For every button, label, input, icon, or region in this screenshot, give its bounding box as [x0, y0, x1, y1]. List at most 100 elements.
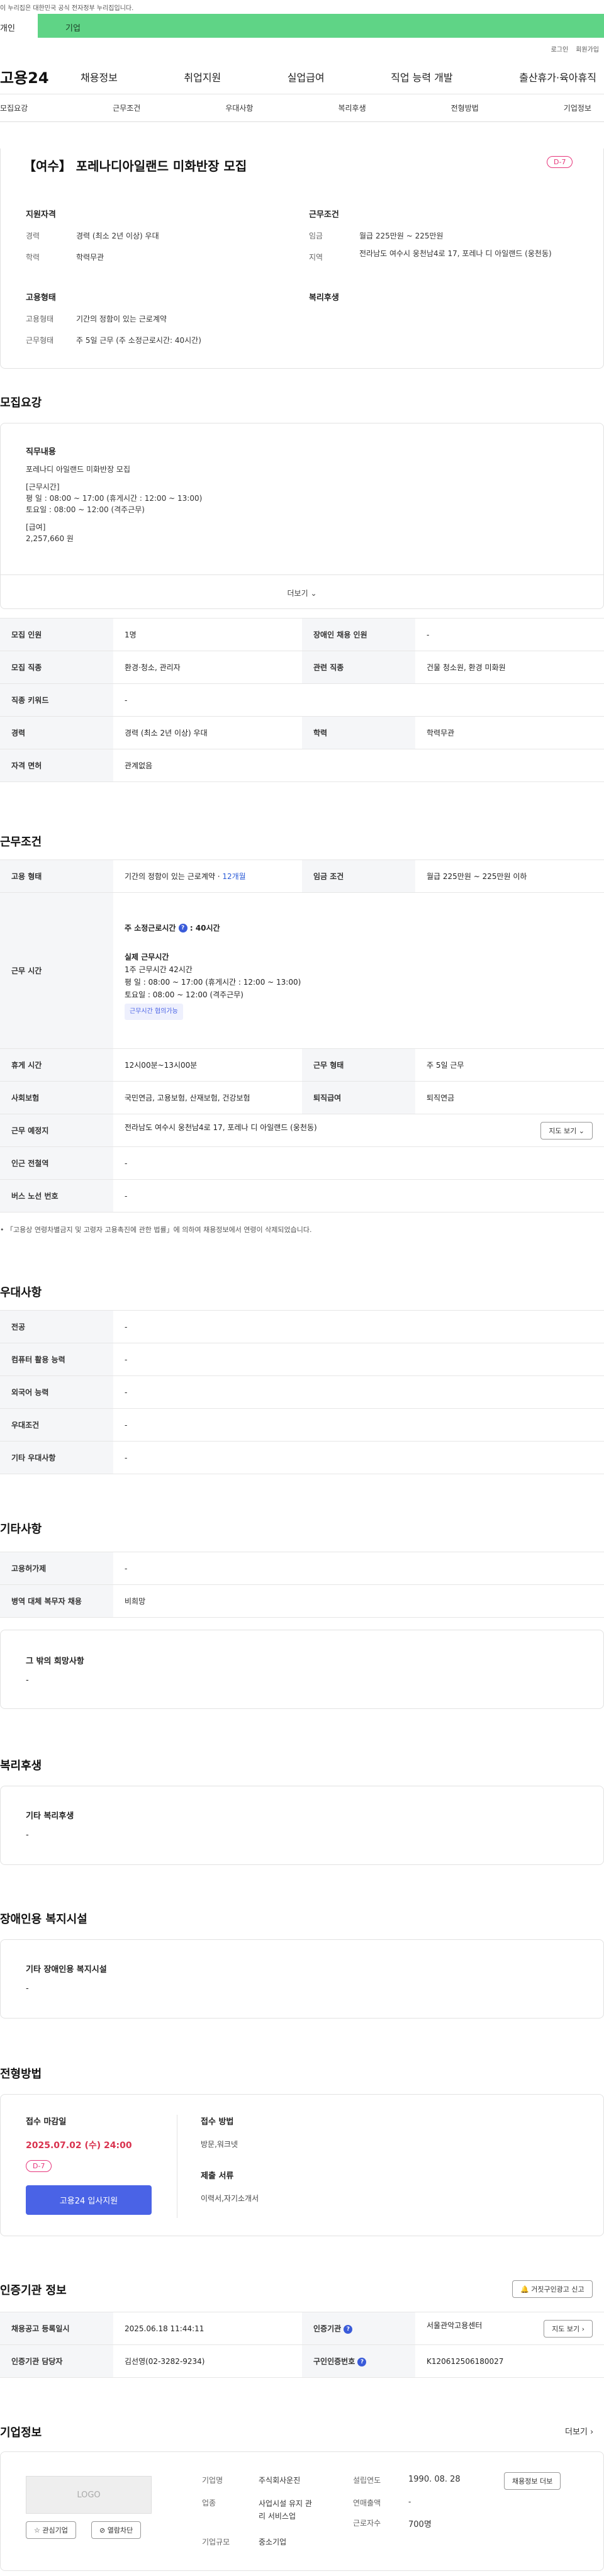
- gnb-item-employment-support[interactable]: 취업지원: [184, 69, 221, 84]
- duty-line: 평 일 : 08:00 ~ 17:00 (휴게시간 : 12:00 ~ 13:0…: [26, 494, 203, 503]
- row-label: 모집 인원: [0, 618, 113, 651]
- company-emp-label: 근로자수: [353, 2519, 381, 2528]
- welfare-card: 기타 복리후생 -: [0, 1786, 604, 1865]
- anchor-workcond[interactable]: 근무조건: [113, 103, 140, 113]
- row-value: 비희망: [113, 1584, 604, 1618]
- chevron-down-icon: ⌄: [310, 589, 317, 598]
- table-row: 인근 전철역 -: [0, 1146, 604, 1180]
- gnb-item-parental-leave[interactable]: 출산휴가·육아휴직: [519, 69, 596, 84]
- workcond-table: 고용 형태 기간의 정함이 있는 근로계약 · 12개월 임금 조건 월급 22…: [0, 860, 604, 1212]
- duty-more-bar[interactable]: 더보기 ⌄: [1, 574, 603, 609]
- work-title: 근무조건: [309, 210, 339, 220]
- anchor-process[interactable]: 전형방법: [451, 103, 479, 113]
- apply-button[interactable]: 고용24 입사지원: [26, 2185, 152, 2215]
- anchor-recruit[interactable]: 모집요강: [0, 103, 28, 113]
- row-value: 건물 청소원, 환경 미화원: [415, 651, 604, 684]
- recruit-table: 모집 인원 1명 장애인 채용 인원 - 모집 직종 환경·청소, 관리자 관련…: [0, 618, 604, 782]
- row-value: 학력무관: [415, 716, 604, 749]
- process-card: 접수 마감일 2025.07.02 (수) 24:00 D-7 고용24 입사지…: [0, 2094, 604, 2236]
- chevron-right-icon: ›: [590, 2428, 594, 2437]
- row-label: 모집 직종: [0, 651, 113, 684]
- qual-edu-label: 학력: [26, 253, 40, 262]
- block-label: 열람차단: [107, 2526, 133, 2534]
- place-value: 전라남도 여수시 웅천남4로 17, 포레나 디 아일랜드 (웅천동): [125, 1123, 317, 1132]
- emp-shift-value: 주 5일 근무 (주 소정근로시간: 40시간): [76, 336, 201, 345]
- section-title-agency: 인증기관 정보: [0, 2284, 67, 2297]
- duty-line: 포레나디 아일랜드 미화반장 모집: [26, 465, 131, 474]
- row-label: 근무 형태: [302, 1048, 415, 1082]
- industry-line: 사업시설 유지 관: [259, 2499, 312, 2508]
- company-card: LOGO ☆ 관심기업 ⊘ 열람차단 기업명 주식회사운진 업종 사업시설 유지…: [0, 2451, 604, 2571]
- qual-title: 지원자격: [26, 210, 56, 220]
- agency-table: 채용공고 등록일시 2025.06.18 11:44:11 인증기관 ? 서울관…: [0, 2312, 604, 2378]
- row-value: 월급 225만원 ~ 225만원 이하: [415, 860, 604, 893]
- welfare-box-title: 기타 복리후생: [26, 1812, 74, 1821]
- row-value: 12시00분~13시00분: [113, 1048, 302, 1082]
- favorite-company-button[interactable]: ☆ 관심기업: [26, 2521, 76, 2539]
- anchor-pref[interactable]: 우대사항: [225, 103, 253, 113]
- table-row: 고용허가제 -: [0, 1552, 604, 1585]
- row-label: 임금 조건: [302, 860, 415, 893]
- gnb-item-jobs[interactable]: 채용정보: [81, 69, 118, 84]
- join-link[interactable]: 회원가입: [576, 44, 599, 53]
- emp-months: 12개월: [222, 872, 246, 881]
- row-label: 근무 예정지: [0, 1114, 113, 1147]
- util-links: 로그인 회원가입: [0, 38, 604, 59]
- table-row: 사회보험 국민연금, 고용보험, 산재보험, 건강보험 퇴직급여 퇴직연금: [0, 1081, 604, 1114]
- row-value: K120612506180027: [415, 2344, 604, 2378]
- anchor-company[interactable]: 기업정보: [564, 103, 591, 113]
- duty-line: 2,257,660 원: [26, 534, 74, 543]
- duty-text: 포레나디 아일랜드 미화반장 모집 [근무시간] 평 일 : 08:00 ~ 1…: [26, 464, 202, 544]
- tab-personal[interactable]: 개인: [0, 14, 38, 38]
- etc-wish-title: 그 밖의 희망사항: [26, 1657, 84, 1666]
- row-label: 휴게 시간: [0, 1048, 113, 1082]
- company-jobs-button[interactable]: 채용정보 더보: [504, 2472, 561, 2490]
- logo-text: LOGO: [77, 2490, 101, 2500]
- question-icon[interactable]: ?: [178, 924, 187, 932]
- row-label: 인증기관 담당자: [0, 2344, 113, 2378]
- work-wage-value: 월급 225만원 ~ 225만원: [359, 232, 444, 240]
- dday-badge: D-7: [547, 156, 573, 168]
- qual-career-value: 경력 (최소 2년 이상) 우대: [76, 232, 159, 240]
- row-label: 우대조건: [0, 1408, 113, 1442]
- map-view-button[interactable]: 지도 보기 ⌄: [540, 1121, 593, 1140]
- etc-wish-card: 그 밖의 희망사항 -: [0, 1630, 604, 1709]
- welfare-summary-title: 복리후생: [309, 293, 339, 303]
- company-sales-label: 연매출액: [353, 2499, 381, 2507]
- question-icon[interactable]: ?: [344, 2324, 353, 2334]
- industry-line: 리 서비스업: [259, 2512, 296, 2521]
- report-fake-ad-button[interactable]: 🔔 거짓구인광고 신고: [512, 2280, 593, 2298]
- etc-wish-value: -: [26, 1676, 29, 1685]
- etc-table: 고용허가제 - 병역 대체 복무자 채용 비희망: [0, 1552, 604, 1618]
- emp-type-label: 고용형태: [26, 315, 54, 323]
- company-more-link[interactable]: 더보기 ›: [565, 2425, 593, 2437]
- anchor-welfare[interactable]: 복리후생: [338, 103, 366, 113]
- disability-box-title: 기타 장애인용 복지시설: [26, 1965, 107, 1974]
- weekly-hours-value: : 40시간: [189, 923, 220, 932]
- duty-title: 직무내용: [26, 447, 56, 457]
- user-type-tabs: 개인 기업: [0, 14, 604, 38]
- duty-line: 토요일 : 08:00 ~ 12:00 (격주근무): [26, 505, 145, 514]
- login-link[interactable]: 로그인: [551, 44, 569, 53]
- row-label: 고용 형태: [0, 860, 113, 893]
- question-icon[interactable]: ?: [357, 2357, 367, 2366]
- tab-company[interactable]: 기업: [38, 14, 604, 38]
- row-value: -: [113, 1375, 604, 1409]
- gnb-item-vocational-training[interactable]: 직업 능력 개발: [391, 69, 453, 84]
- section-title-company: 기업정보: [0, 2426, 42, 2439]
- row-value: -: [113, 1179, 604, 1212]
- block-view-button[interactable]: ⊘ 열람차단: [91, 2521, 142, 2539]
- more-label: 더보기: [287, 589, 308, 598]
- company-name-value: 주식회사운진: [259, 2476, 301, 2485]
- emp-title: 고용형태: [26, 293, 56, 303]
- age-footnote-text: 「고용상 연령차별금지 및 고령자 고용촉진에 관한 법률」에 의하여 채용정보…: [6, 1226, 312, 1234]
- agency-map-button[interactable]: 지도 보기 ›: [544, 2319, 593, 2338]
- row-label: 전공: [0, 1310, 113, 1343]
- qual-career-label: 경력: [26, 232, 40, 240]
- row-label: 장애인 채용 인원: [302, 618, 415, 651]
- site-logo[interactable]: 고용24: [0, 65, 81, 87]
- chevron-down-icon: ⌄: [578, 1126, 584, 1135]
- star-icon: ☆: [34, 2526, 40, 2534]
- qual-edu-value: 학력무관: [76, 253, 104, 262]
- gnb-item-unemployment-benefit[interactable]: 실업급여: [288, 69, 325, 84]
